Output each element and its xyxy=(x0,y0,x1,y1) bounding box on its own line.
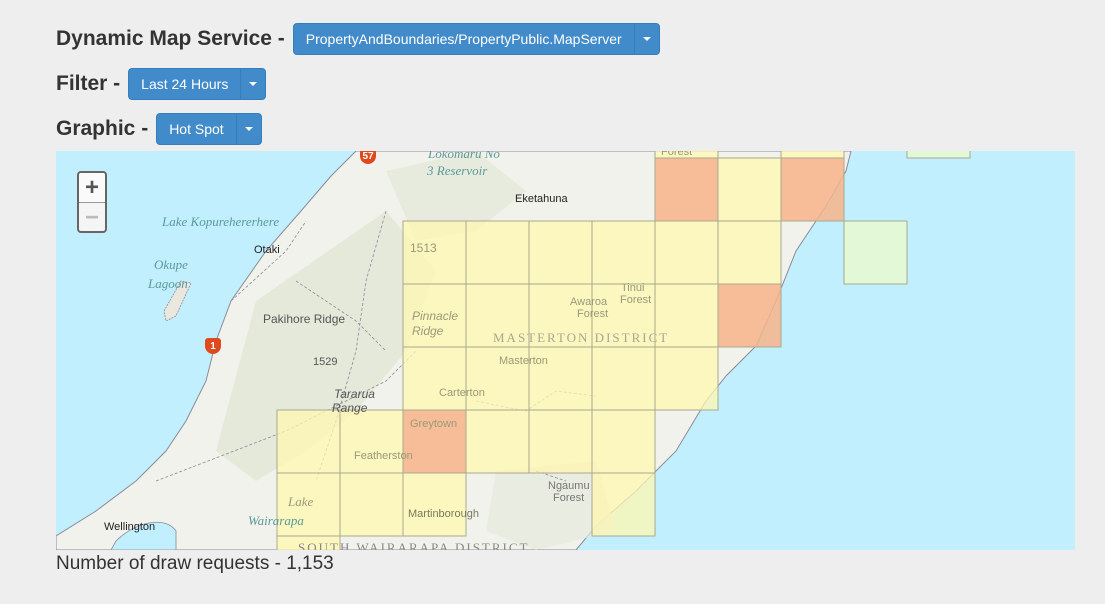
hotspot-cell-high xyxy=(717,283,782,348)
caret-down-icon xyxy=(244,127,253,131)
hotspot-cell-low xyxy=(591,220,656,285)
map-label: Featherston xyxy=(354,450,413,462)
hotspot-cell-low xyxy=(717,157,782,222)
map-label: Wairarapa xyxy=(248,513,304,528)
map-label: Pakihore Ridge xyxy=(263,312,346,326)
map-view[interactable]: + − Lake Kopurehererhere Otaki Okupe Lag… xyxy=(56,151,1075,550)
map-label: Ridge xyxy=(412,324,444,338)
map-label: Ngaumu xyxy=(548,480,590,492)
map-label: 1513 xyxy=(410,241,437,255)
map-label: Masterton xyxy=(499,355,548,367)
map-label: Lokomaru No xyxy=(428,151,500,161)
map-label: Tinui xyxy=(621,282,645,294)
hotspot-cell-low xyxy=(339,472,404,537)
map-label: Martinborough xyxy=(408,508,479,520)
graphic-dropdown[interactable]: Hot Spot xyxy=(156,113,262,145)
zoom-control: + − xyxy=(77,171,107,233)
filter-row: Filter - Last 24 Hours xyxy=(56,68,267,100)
map-label: Range xyxy=(332,401,368,415)
zoom-out-button[interactable]: − xyxy=(79,203,105,231)
map-label: Okupe xyxy=(154,257,188,272)
filter-caret-button[interactable] xyxy=(240,69,265,99)
hotspot-cell-low xyxy=(591,409,656,474)
map-label: Greytown xyxy=(410,418,458,430)
draw-requests-counter: Number of draw requests - 1,153 xyxy=(56,553,334,574)
map-label: MASTERTON DISTRICT xyxy=(493,330,670,345)
map-label: Lagoon xyxy=(148,276,188,291)
hotspot-cell-low xyxy=(465,220,530,285)
map-label: Carterton xyxy=(439,387,485,399)
map-label: 3 Reservoir xyxy=(427,163,488,178)
hotspot-cell-low xyxy=(717,220,782,285)
hotspot-cell-high xyxy=(780,157,845,222)
hotspot-cell-high xyxy=(654,157,719,222)
graphic-button[interactable]: Hot Spot xyxy=(157,114,235,144)
map-label: Pinnacle xyxy=(412,309,459,323)
map-label: Wellington xyxy=(104,521,156,533)
map-label: Forest xyxy=(553,492,585,504)
map-label: Forest xyxy=(620,294,652,306)
hotspot-cell-low xyxy=(654,220,719,285)
filter-dropdown[interactable]: Last 24 Hours xyxy=(128,68,267,100)
graphic-caret-button[interactable] xyxy=(235,114,261,144)
map-label: Awaroa xyxy=(570,296,608,308)
hotspot-cell-low xyxy=(591,346,656,411)
map-service-label: Dynamic Map Service - xyxy=(56,27,285,50)
zoom-in-button[interactable]: + xyxy=(79,173,105,203)
map-service-caret-button[interactable] xyxy=(633,24,659,54)
hotspot-cell-low xyxy=(465,409,530,474)
hotspot-cell-low xyxy=(402,346,467,411)
hotspot-cell-low xyxy=(528,220,593,285)
map-service-row: Dynamic Map Service - PropertyAndBoundar… xyxy=(56,23,660,55)
map-label: SOUTH WAIRARAPA DISTRICT xyxy=(298,540,530,550)
hotspot-cell-low xyxy=(528,409,593,474)
map-label: Lake xyxy=(288,494,314,509)
map-label: Eketahuna xyxy=(515,193,568,205)
hotspot-cell-low xyxy=(591,472,656,537)
map-label: Forest xyxy=(661,151,693,158)
map-label: 1529 xyxy=(313,356,338,368)
hotspot-cell-low xyxy=(402,472,467,537)
map-label: Tararua xyxy=(334,387,375,401)
hotspot-cell-low xyxy=(654,346,719,411)
caret-down-icon xyxy=(642,37,651,41)
highway-shield-icon: 1 xyxy=(205,338,221,354)
map-label: Otaki xyxy=(254,244,280,256)
graphic-label: Graphic - xyxy=(56,117,149,140)
map-service-button[interactable]: PropertyAndBoundaries/PropertyPublic.Map… xyxy=(294,24,634,54)
hotspot-cell-low xyxy=(780,151,845,159)
map-label: Lake Kopurehererhere xyxy=(162,214,280,229)
filter-label: Filter - xyxy=(56,72,121,95)
map-label: Forest xyxy=(577,308,609,320)
caret-down-icon xyxy=(249,82,258,86)
filter-button[interactable]: Last 24 Hours xyxy=(129,69,240,99)
hotspot-cell-low xyxy=(339,409,404,474)
map-service-dropdown[interactable]: PropertyAndBoundaries/PropertyPublic.Map… xyxy=(292,23,660,55)
hotspot-cell-low xyxy=(276,409,341,474)
hotspot-cell-water xyxy=(906,151,971,159)
hotspot-cell-water xyxy=(843,220,908,285)
graphic-row: Graphic - Hot Spot xyxy=(56,113,262,145)
